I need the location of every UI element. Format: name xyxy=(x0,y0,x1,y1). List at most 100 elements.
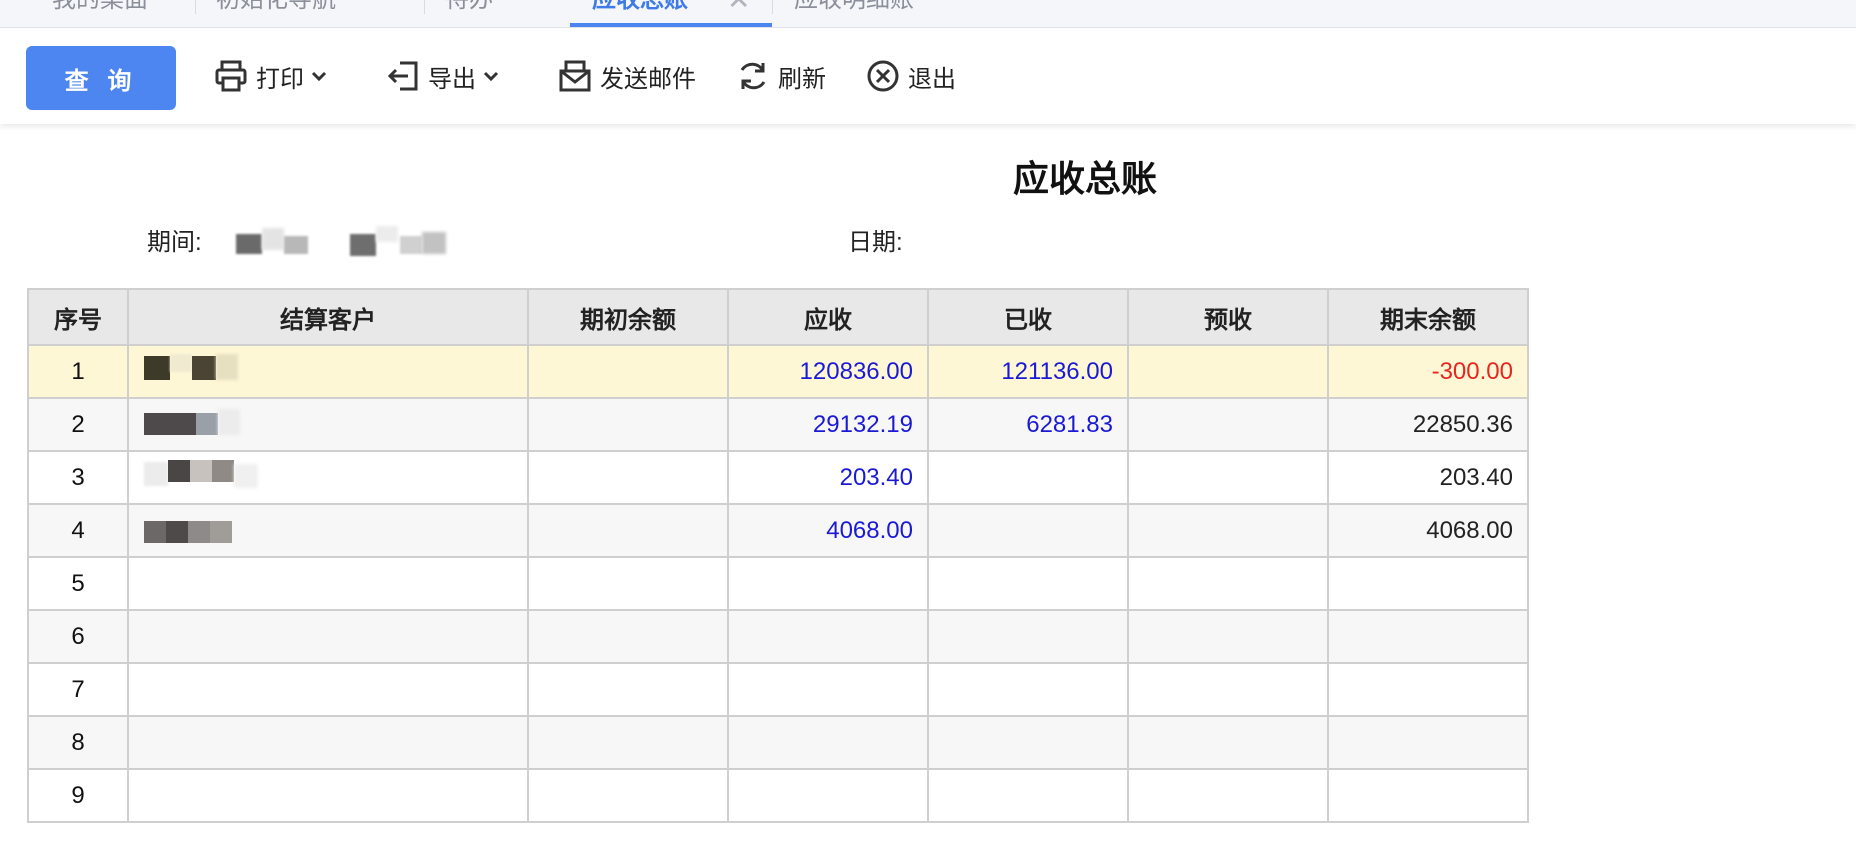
cell-seq: 2 xyxy=(27,397,129,452)
header-seq[interactable]: 序号 xyxy=(27,288,129,346)
table-row[interactable]: 1 120836.00 121136.00 -300.00 xyxy=(27,344,1529,399)
cell-receivable[interactable]: 29132.19 xyxy=(727,397,929,452)
cell-received xyxy=(927,662,1129,717)
cell-prepaid xyxy=(1127,503,1329,558)
export-button[interactable]: 导出 xyxy=(386,56,500,96)
send-email-label: 发送邮件 xyxy=(600,65,696,93)
cell-customer-redacted xyxy=(127,397,529,452)
refresh-button[interactable]: 刷新 xyxy=(736,56,826,96)
table-header-row: 序号 结算客户 期初余额 应收 已收 预收 期末余额 xyxy=(27,288,1529,346)
cell-prepaid xyxy=(1127,768,1329,823)
cell-prepaid xyxy=(1127,397,1329,452)
refresh-icon xyxy=(736,59,770,93)
toolbar: 查 询 打印 导出 发送邮件 刷新 退出 xyxy=(0,28,1856,124)
cell-receivable xyxy=(727,715,929,770)
cell-closing-balance xyxy=(1327,662,1529,717)
header-customer[interactable]: 结算客户 xyxy=(127,288,529,346)
cell-received xyxy=(927,715,1129,770)
table-row[interactable]: 5 xyxy=(27,556,1529,611)
header-prepaid[interactable]: 预收 xyxy=(1127,288,1329,346)
send-email-button[interactable]: 发送邮件 xyxy=(558,56,696,96)
cell-opening-balance xyxy=(527,662,729,717)
print-label: 打印 xyxy=(256,65,304,93)
cell-customer xyxy=(127,768,529,823)
cell-opening-balance xyxy=(527,344,729,399)
cell-received[interactable] xyxy=(927,450,1129,505)
cell-prepaid xyxy=(1127,556,1329,611)
chevron-down-icon xyxy=(482,67,500,85)
cell-customer xyxy=(127,662,529,717)
cell-closing-balance xyxy=(1327,556,1529,611)
receivable-ledger-table: 序号 结算客户 期初余额 应收 已收 预收 期末余额 1 120836.00 1… xyxy=(27,288,1529,823)
tab-receivable-detail[interactable]: 应收明细账 xyxy=(794,0,914,26)
cell-prepaid xyxy=(1127,609,1329,664)
chevron-down-icon xyxy=(310,67,328,85)
cell-customer xyxy=(127,715,529,770)
cell-prepaid xyxy=(1127,450,1329,505)
cell-receivable xyxy=(727,609,929,664)
tab-todo[interactable]: 待办 xyxy=(445,0,493,26)
table-row[interactable]: 4 4068.00 4068.00 xyxy=(27,503,1529,558)
cell-customer-redacted xyxy=(127,450,529,505)
cell-customer-redacted xyxy=(127,344,529,399)
cell-closing-balance xyxy=(1327,609,1529,664)
table-row[interactable]: 2 29132.19 6281.83 22850.36 xyxy=(27,397,1529,452)
cell-seq: 8 xyxy=(27,715,129,770)
cell-received xyxy=(927,609,1129,664)
tab-desktop[interactable]: 我的桌面 xyxy=(52,0,148,26)
cell-closing-balance xyxy=(1327,768,1529,823)
print-button[interactable]: 打印 xyxy=(214,56,328,96)
tab-separator xyxy=(195,0,196,14)
cell-seq: 9 xyxy=(27,768,129,823)
header-received[interactable]: 已收 xyxy=(927,288,1129,346)
table-row[interactable]: 6 xyxy=(27,609,1529,664)
cell-prepaid xyxy=(1127,662,1329,717)
cell-seq: 7 xyxy=(27,662,129,717)
cell-opening-balance xyxy=(527,609,729,664)
refresh-label: 刷新 xyxy=(778,65,826,93)
cell-receivable xyxy=(727,556,929,611)
cell-opening-balance xyxy=(527,397,729,452)
cell-prepaid xyxy=(1127,344,1329,399)
tab-init-nav[interactable]: 初始化导航 xyxy=(216,0,336,26)
export-label: 导出 xyxy=(428,65,476,93)
cell-receivable[interactable]: 203.40 xyxy=(727,450,929,505)
cell-customer xyxy=(127,556,529,611)
cell-opening-balance xyxy=(527,556,729,611)
header-receivable[interactable]: 应收 xyxy=(727,288,929,346)
tab-separator xyxy=(772,0,773,14)
query-button[interactable]: 查 询 xyxy=(26,46,176,110)
cell-opening-balance xyxy=(527,450,729,505)
report-title: 应收总账 xyxy=(1012,158,1157,199)
cell-seq: 1 xyxy=(27,344,129,399)
cell-seq: 3 xyxy=(27,450,129,505)
period-label: 期间: xyxy=(147,229,202,256)
exit-button[interactable]: 退出 xyxy=(866,56,956,96)
cell-customer xyxy=(127,609,529,664)
table-row[interactable]: 8 xyxy=(27,715,1529,770)
cell-received[interactable]: 121136.00 xyxy=(927,344,1129,399)
cell-opening-balance xyxy=(527,503,729,558)
table-row[interactable]: 3 203.40 203.40 xyxy=(27,450,1529,505)
cell-received[interactable]: 6281.83 xyxy=(927,397,1129,452)
cell-seq: 6 xyxy=(27,609,129,664)
cell-received[interactable] xyxy=(927,503,1129,558)
printer-icon xyxy=(214,59,248,93)
table-row[interactable]: 9 xyxy=(27,768,1529,823)
tab-separator xyxy=(424,0,425,14)
tab-close-icon[interactable]: ✕ xyxy=(727,0,750,14)
cell-receivable[interactable]: 120836.00 xyxy=(727,344,929,399)
header-opening-balance[interactable]: 期初余额 xyxy=(527,288,729,346)
cell-opening-balance xyxy=(527,768,729,823)
header-closing-balance[interactable]: 期末余额 xyxy=(1327,288,1529,346)
date-label: 日期: xyxy=(848,229,903,256)
cell-received xyxy=(927,768,1129,823)
cell-receivable[interactable]: 4068.00 xyxy=(727,503,929,558)
close-circle-icon xyxy=(866,59,900,93)
cell-closing-balance: 203.40 xyxy=(1327,450,1529,505)
table-row[interactable]: 7 xyxy=(27,662,1529,717)
cell-seq: 5 xyxy=(27,556,129,611)
exit-label: 退出 xyxy=(908,65,956,93)
cell-prepaid xyxy=(1127,715,1329,770)
cell-receivable xyxy=(727,768,929,823)
